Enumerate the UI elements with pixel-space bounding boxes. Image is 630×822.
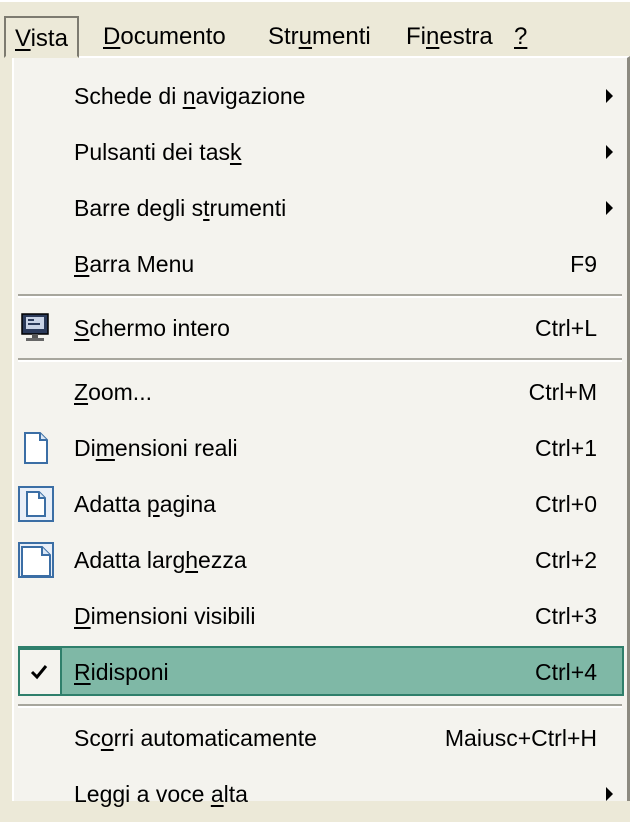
menubar-top-line xyxy=(0,0,630,2)
submenu-arrow-icon xyxy=(606,89,613,103)
label-accel: Z xyxy=(74,379,89,405)
menu-item-label: Schede di navigazione xyxy=(74,68,305,124)
label-post: oom... xyxy=(88,379,152,405)
label-post: rri automaticamente xyxy=(113,725,317,751)
menu-vista-accel: V xyxy=(15,25,31,52)
label-post: rumenti xyxy=(209,195,287,221)
label-post: agina xyxy=(159,491,216,517)
menu-item-shortcut: Ctrl+0 xyxy=(535,491,597,517)
label-post: arra Menu xyxy=(89,251,195,277)
menu-strumenti[interactable]: Strumenti xyxy=(259,16,380,58)
menu-item-label: Leggi a voce alta xyxy=(74,766,248,822)
menu-item-shortcut: Ctrl+1 xyxy=(535,435,597,461)
menu-item-adatta-larghezza[interactable]: Adatta larghezza Ctrl+2 xyxy=(14,532,627,588)
menu-help-accel: ? xyxy=(514,23,528,50)
page-icon xyxy=(24,432,48,464)
menu-item-dimensioni-reali[interactable]: Dimensioni reali Ctrl+1 xyxy=(14,420,627,476)
menu-item-label: Zoom... xyxy=(74,364,152,420)
menu-help[interactable]: ? xyxy=(505,16,536,58)
menu-strumenti-pre: Str xyxy=(268,23,299,50)
menu-item-adatta-pagina[interactable]: Adatta pagina Ctrl+0 xyxy=(14,476,627,532)
menu-item-label: Barre degli strumenti xyxy=(74,180,286,236)
menu-item-barre-strumenti[interactable]: Barre degli strumenti xyxy=(14,180,627,236)
menu-item-label: Adatta pagina xyxy=(74,476,216,532)
menu-item-pulsanti-task[interactable]: Pulsanti dei task xyxy=(14,124,627,180)
label-pre: Adatta larg xyxy=(74,547,186,573)
menu-item-label: Dimensioni reali xyxy=(74,420,238,476)
menu-item-barra-menu[interactable]: Barra Menu F9 xyxy=(14,236,627,292)
label-post: idisponi xyxy=(90,659,169,685)
menu-item-label: Barra Menu xyxy=(74,236,194,292)
menu-separator xyxy=(18,704,622,708)
menu-finestra-accel: n xyxy=(426,23,440,50)
fit-page-icon xyxy=(18,486,54,522)
label-pre: Sc xyxy=(74,725,101,751)
label-accel: D xyxy=(74,603,91,629)
label-post: imensioni visibili xyxy=(90,603,256,629)
label-post: avigazione xyxy=(195,83,306,109)
label-accel: a xyxy=(210,781,224,807)
label-post: lta xyxy=(223,781,248,807)
menu-item-label: Adatta larghezza xyxy=(74,532,247,588)
menu-item-leggi-voce-alta[interactable]: Leggi a voce alta xyxy=(14,766,627,822)
menu-finestra-pre: Fi xyxy=(406,23,426,50)
label-accel: n xyxy=(182,83,196,109)
menu-separator xyxy=(18,294,622,298)
label-post: ensioni reali xyxy=(114,435,238,461)
menu-strumenti-accel: u xyxy=(298,23,313,50)
menu-item-shortcut: Ctrl+3 xyxy=(535,603,597,629)
menu-item-ridisponi[interactable]: Ridisponi Ctrl+4 xyxy=(14,644,627,700)
label-accel: k xyxy=(229,139,242,165)
label-post: ezza xyxy=(198,547,247,573)
menu-item-shortcut: Ctrl+2 xyxy=(535,547,597,573)
menu-item-schede-navigazione[interactable]: Schede di navigazione xyxy=(14,68,627,124)
label-pre: Leggi a voce xyxy=(74,781,211,807)
menu-item-scorri-automaticamente[interactable]: Scorri automaticamente Maiusc+Ctrl+H xyxy=(14,710,627,766)
menu-item-zoom[interactable]: Zoom... Ctrl+M xyxy=(14,364,627,420)
label-accel: R xyxy=(74,659,91,685)
label-accel: S xyxy=(74,315,90,341)
fullscreen-icon xyxy=(21,313,49,341)
menu-documento-rest: ocumento xyxy=(120,23,226,50)
label-accel: p xyxy=(146,491,160,517)
menu-item-shortcut: Maiusc+Ctrl+H xyxy=(444,725,597,751)
label-accel: B xyxy=(74,251,90,277)
menu-item-dimensioni-visibili[interactable]: Dimensioni visibili Ctrl+3 xyxy=(14,588,627,644)
check-box xyxy=(18,648,62,696)
vista-dropdown-menu: Schede di navigazione Pulsanti dei task … xyxy=(12,56,630,807)
menu-vista-rest: ista xyxy=(30,25,68,52)
checkmark-icon xyxy=(30,665,48,680)
menu-item-label: Schermo intero xyxy=(74,300,230,356)
menu-documento-accel: D xyxy=(103,23,121,50)
menu-item-label: Dimensioni visibili xyxy=(74,588,256,644)
menu-item-shortcut: Ctrl+M xyxy=(528,379,597,405)
label-pre: Adatta xyxy=(74,491,147,517)
menu-item-shortcut: Ctrl+L xyxy=(535,315,597,341)
label-pre: Schede di xyxy=(74,83,183,109)
menu-finestra-rest: estra xyxy=(439,23,493,50)
menu-item-shortcut: F9 xyxy=(570,251,597,277)
menu-vista[interactable]: Vista xyxy=(4,16,79,58)
menu-item-label: Ridisponi xyxy=(74,644,169,700)
label-accel: m xyxy=(95,435,115,461)
menu-item-schermo-intero[interactable]: Schermo intero Ctrl+L xyxy=(14,300,627,356)
menu-documento[interactable]: Documento xyxy=(94,16,235,58)
menu-item-label: Pulsanti dei task xyxy=(74,124,241,180)
label-pre: Pulsanti dei tas xyxy=(74,139,230,165)
menu-finestra[interactable]: Finestra xyxy=(397,16,502,58)
label-post: chermo intero xyxy=(89,315,230,341)
fit-width-icon xyxy=(18,542,54,578)
label-pre: Barre degli s xyxy=(74,195,204,221)
submenu-arrow-icon xyxy=(606,787,613,801)
menu-item-label: Scorri automaticamente xyxy=(74,710,317,766)
submenu-arrow-icon xyxy=(606,201,613,215)
menu-separator xyxy=(18,358,622,362)
menu-strumenti-rest: menti xyxy=(312,23,371,50)
label-accel: o xyxy=(100,725,114,751)
label-pre: Di xyxy=(74,435,96,461)
menu-item-shortcut: Ctrl+4 xyxy=(535,659,597,685)
submenu-arrow-icon xyxy=(606,145,613,159)
label-accel: h xyxy=(185,547,199,573)
